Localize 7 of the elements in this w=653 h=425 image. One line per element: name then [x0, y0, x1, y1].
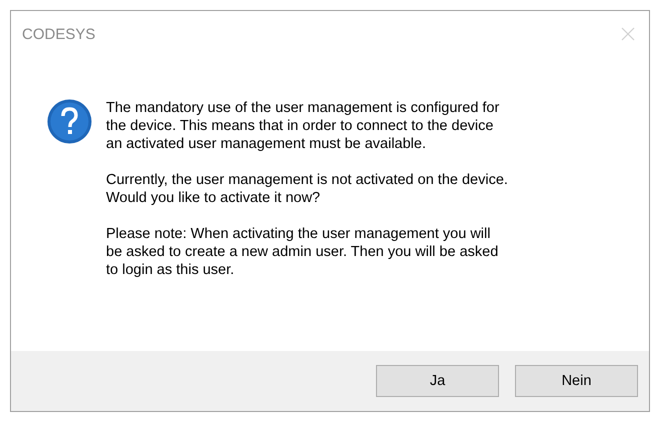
message-text: Currently, the user management is not activated on the device. Would you like to activate it now? [106, 171, 508, 207]
message-text: The mandatory use of the user management is configured for the device. This means that in order to connect to the device an activated user management must be available. [106, 99, 500, 153]
window-title: CODESYS [22, 26, 96, 42]
question-icon [47, 99, 92, 144]
message-text: Please note: When activating the user management you will be asked to create a new admin user. Then you will be asked to login as this user. [106, 225, 500, 279]
dialog-button[interactable]: Ja [376, 365, 499, 397]
dialog-button[interactable]: Nein [515, 365, 638, 397]
